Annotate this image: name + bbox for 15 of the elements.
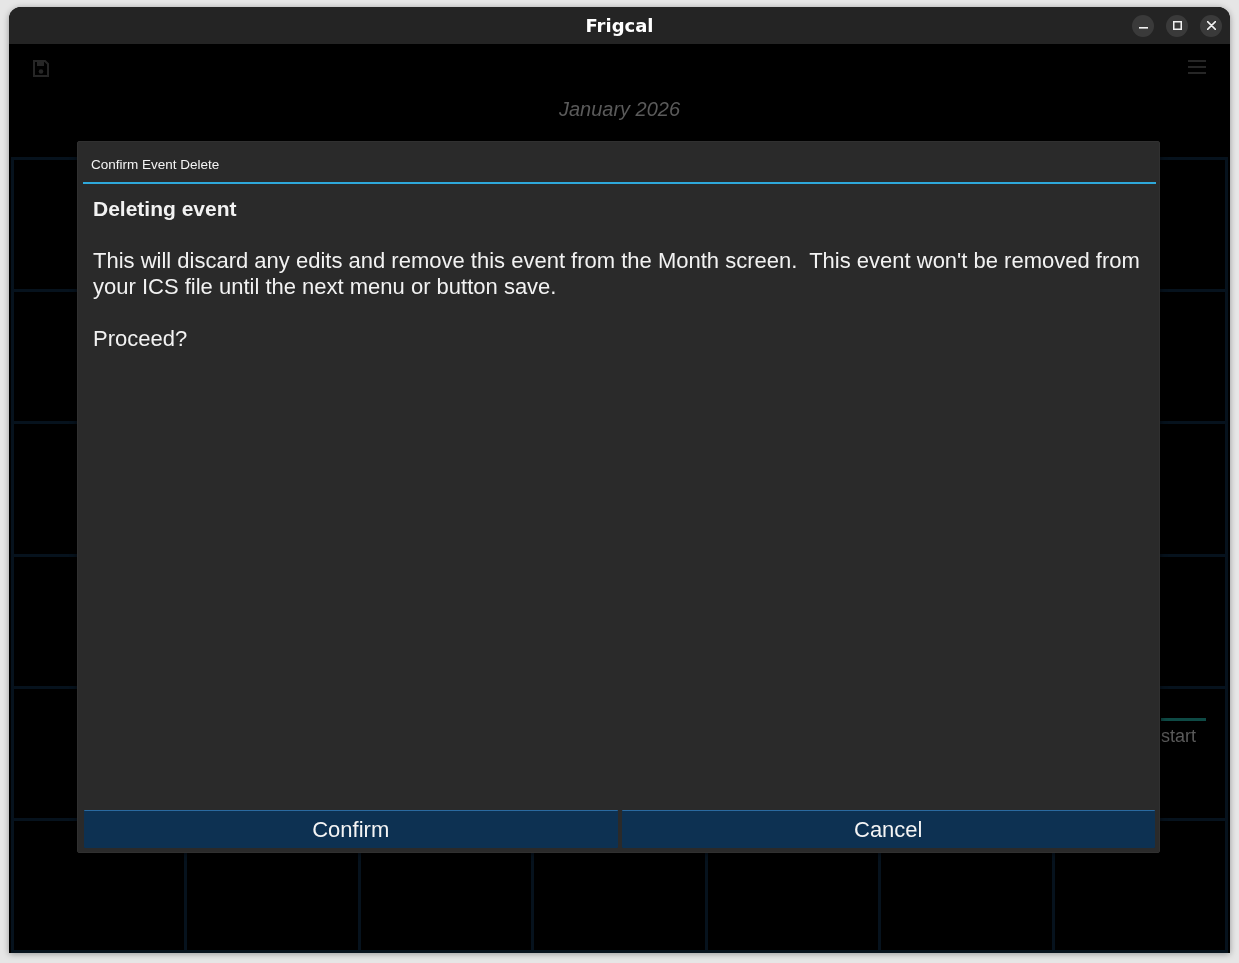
minimize-icon	[1138, 27, 1148, 29]
maximize-icon	[1172, 21, 1182, 30]
menu-icon[interactable]	[1188, 60, 1206, 74]
month-title: January 2026	[558, 97, 681, 121]
window-title: Frigcal	[585, 14, 654, 37]
dialog-message: This will discard any edits and remove this event from the Month screen. This event won't be removed from your ICS file until the next menu or button save.	[93, 248, 1141, 300]
dialog-prompt: Proceed?	[93, 326, 188, 352]
dialog-button[interactable]: Cancel	[621, 810, 1155, 848]
close-button[interactable]	[1200, 14, 1222, 37]
dialog-title: Confirm Event Delete	[91, 156, 220, 173]
close-icon	[1206, 21, 1216, 30]
dialog-button[interactable]: Confirm	[84, 810, 618, 848]
maximize-button[interactable]	[1166, 14, 1188, 37]
minimize-button[interactable]	[1132, 14, 1154, 37]
dialog-heading: Deleting event	[93, 196, 238, 222]
